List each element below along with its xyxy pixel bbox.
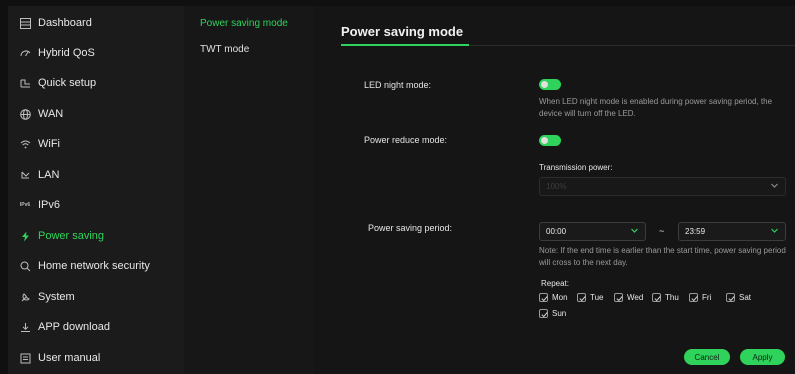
wifi-icon xyxy=(19,138,31,150)
end-time-select[interactable]: 23:59 xyxy=(678,222,786,241)
lightning-icon xyxy=(19,230,31,242)
sidebar-item-quick-setup[interactable]: Quick setup xyxy=(8,68,184,98)
transmission-power-select[interactable]: 100% xyxy=(539,177,786,196)
page-title: Power saving mode xyxy=(341,24,464,39)
repeat-day-label: Tue xyxy=(590,293,604,302)
sidebar-item-lan[interactable]: LAN xyxy=(8,160,184,190)
repeat-day-label: Fri xyxy=(702,293,712,302)
sidebar-item-dashboard[interactable]: Dashboard xyxy=(8,8,184,38)
sidebar-item-label: WAN xyxy=(38,108,64,120)
sidebar-item-label: System xyxy=(38,291,75,303)
manual-icon xyxy=(19,352,31,364)
checkbox[interactable] xyxy=(539,309,548,318)
quick-setup-icon xyxy=(19,77,31,89)
repeat-day-sun[interactable]: Sun xyxy=(539,309,566,318)
sidebar-item-app-download[interactable]: APP download xyxy=(8,312,184,342)
sidebar-item-label: APP download xyxy=(38,321,110,333)
sidebar: Dashboard Hybrid QoS Quick setup WAN WiF… xyxy=(8,6,184,374)
repeat-day-wed[interactable]: Wed xyxy=(614,293,643,302)
ipv6-icon: IPv6 xyxy=(19,202,31,208)
repeat-day-label: Mon xyxy=(552,293,568,302)
chevron-down-icon xyxy=(771,228,778,233)
sidebar-item-label: User manual xyxy=(38,352,101,364)
sidebar-item-label: WiFi xyxy=(38,138,60,150)
checkbox[interactable] xyxy=(577,293,586,302)
title-underline xyxy=(341,44,469,46)
time-separator: ~ xyxy=(659,226,665,236)
repeat-day-label: Sun xyxy=(552,309,567,318)
sidebar-item-wan[interactable]: WAN xyxy=(8,99,184,129)
led-night-mode-toggle[interactable] xyxy=(539,79,561,90)
power-saving-period-label: Power saving period: xyxy=(368,223,453,233)
checkbox[interactable] xyxy=(652,293,661,302)
apply-button[interactable]: Apply xyxy=(740,349,785,365)
repeat-day-fri[interactable]: Fri xyxy=(689,293,711,302)
sidebar-item-label: Dashboard xyxy=(38,17,92,29)
submenu-item-twt-mode[interactable]: TWT mode xyxy=(200,44,249,55)
sidebar-item-home-network-security[interactable]: Home network security xyxy=(8,251,184,281)
toggle-knob xyxy=(541,137,548,144)
chevron-down-icon xyxy=(771,183,778,188)
power-reduce-mode-toggle[interactable] xyxy=(539,135,561,146)
check-icon xyxy=(541,296,548,302)
checkbox[interactable] xyxy=(726,293,735,302)
download-icon xyxy=(19,321,31,333)
chevron-down-icon xyxy=(631,228,638,233)
globe-icon xyxy=(19,108,31,120)
repeat-day-label: Sat xyxy=(739,293,752,302)
check-icon xyxy=(728,296,735,302)
sidebar-item-label: Home network security xyxy=(38,260,150,272)
start-time-value: 00:00 xyxy=(546,227,567,236)
power-saving-period-note: Note: If the end time is earlier than th… xyxy=(539,246,786,267)
sidebar-item-ipv6[interactable]: IPv6 IPv6 xyxy=(8,190,184,220)
check-icon xyxy=(654,296,661,302)
sidebar-item-system[interactable]: System xyxy=(8,282,184,312)
security-icon xyxy=(19,260,31,272)
repeat-day-label: Thu xyxy=(665,293,679,302)
sidebar-item-label: Hybrid QoS xyxy=(38,47,95,59)
end-time-value: 23:59 xyxy=(685,227,706,236)
power-reduce-mode-label: Power reduce mode: xyxy=(364,135,448,145)
submenu-item-power-saving-mode[interactable]: Power saving mode xyxy=(200,18,288,29)
led-night-mode-label: LED night mode: xyxy=(364,80,432,90)
main-panel: Power saving mode LED night mode: When L… xyxy=(314,6,795,374)
sidebar-item-label: IPv6 xyxy=(38,199,61,211)
cancel-button[interactable]: Cancel xyxy=(684,349,730,365)
checkbox[interactable] xyxy=(614,293,623,302)
sidebar-item-hybrid-qos[interactable]: Hybrid QoS xyxy=(8,38,184,68)
repeat-day-tue[interactable]: Tue xyxy=(577,293,604,302)
sidebar-item-label: Quick setup xyxy=(38,77,97,89)
repeat-label: Repeat: xyxy=(541,279,570,288)
checkbox[interactable] xyxy=(539,293,548,302)
start-time-select[interactable]: 00:00 xyxy=(539,222,646,241)
sidebar-item-label: LAN xyxy=(38,169,60,181)
check-icon xyxy=(616,296,623,302)
submenu: Power saving mode TWT mode xyxy=(184,6,314,374)
led-night-mode-note: When LED night mode is enabled during po… xyxy=(539,97,773,118)
qos-icon xyxy=(19,47,31,59)
toggle-knob xyxy=(541,81,548,88)
check-icon xyxy=(541,312,548,318)
checkbox[interactable] xyxy=(689,293,698,302)
lan-icon xyxy=(19,169,31,181)
system-icon xyxy=(19,291,31,303)
sidebar-item-power-saving[interactable]: Power saving xyxy=(8,221,184,251)
check-icon xyxy=(579,296,586,302)
repeat-day-mon[interactable]: Mon xyxy=(539,293,568,302)
dashboard-icon xyxy=(19,17,31,29)
check-icon xyxy=(691,296,698,302)
transmission-power-label: Transmission power: xyxy=(539,163,613,172)
repeat-day-sat[interactable]: Sat xyxy=(726,293,751,302)
sidebar-item-wifi[interactable]: WiFi xyxy=(8,129,184,159)
repeat-day-thu[interactable]: Thu xyxy=(652,293,679,302)
sidebar-item-user-manual[interactable]: User manual xyxy=(8,343,184,373)
repeat-day-label: Wed xyxy=(627,293,644,302)
transmission-power-value: 100% xyxy=(546,182,567,191)
sidebar-item-label: Power saving xyxy=(38,230,105,242)
